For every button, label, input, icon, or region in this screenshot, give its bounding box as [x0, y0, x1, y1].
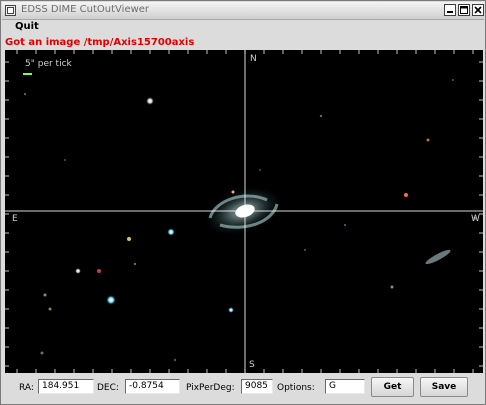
menu-bar: Quit [2, 20, 484, 35]
options-label: Options: [277, 383, 315, 393]
pixperdeg-label: PixPerDeg: [186, 383, 235, 393]
maximize-icon [460, 6, 468, 14]
maximize-button[interactable] [458, 4, 470, 16]
control-panel: RA: 184.951 DEC: -0.8754 PixPerDeg: 9085… [2, 374, 484, 404]
ra-label: RA: [19, 383, 34, 393]
minimize-button[interactable] [444, 4, 456, 16]
title-bar[interactable]: EDSS DIME CutOutViewer [2, 2, 484, 20]
image-viewer[interactable]: 5" per tick N S E W [5, 50, 483, 373]
dec-input[interactable]: -0.8754 [125, 379, 180, 394]
save-button[interactable]: Save [420, 377, 468, 397]
east-label: E [12, 214, 18, 224]
scale-bar [23, 73, 32, 75]
menu-quit[interactable]: Quit [15, 21, 39, 32]
ra-input[interactable]: 184.951 [38, 379, 94, 394]
status-message: Got an image /tmp/Axis15700axis [5, 37, 195, 48]
window-title: EDSS DIME CutOutViewer [21, 4, 150, 15]
scale-label: 5" per tick [25, 59, 72, 69]
north-label: N [250, 54, 257, 64]
close-button[interactable] [472, 4, 484, 16]
close-icon [474, 6, 482, 14]
minimize-icon [447, 11, 453, 13]
dec-label: DEC: [97, 383, 119, 393]
pixperdeg-input[interactable]: 9085 [241, 379, 273, 394]
west-label: W [471, 214, 480, 224]
get-button[interactable]: Get [371, 377, 414, 397]
sky-image [5, 50, 483, 373]
app-icon [5, 5, 16, 16]
south-label: S [249, 360, 255, 370]
cutout-viewer-window: EDSS DIME CutOutViewer Quit Got an image… [0, 0, 486, 405]
options-input[interactable]: G [325, 379, 365, 394]
